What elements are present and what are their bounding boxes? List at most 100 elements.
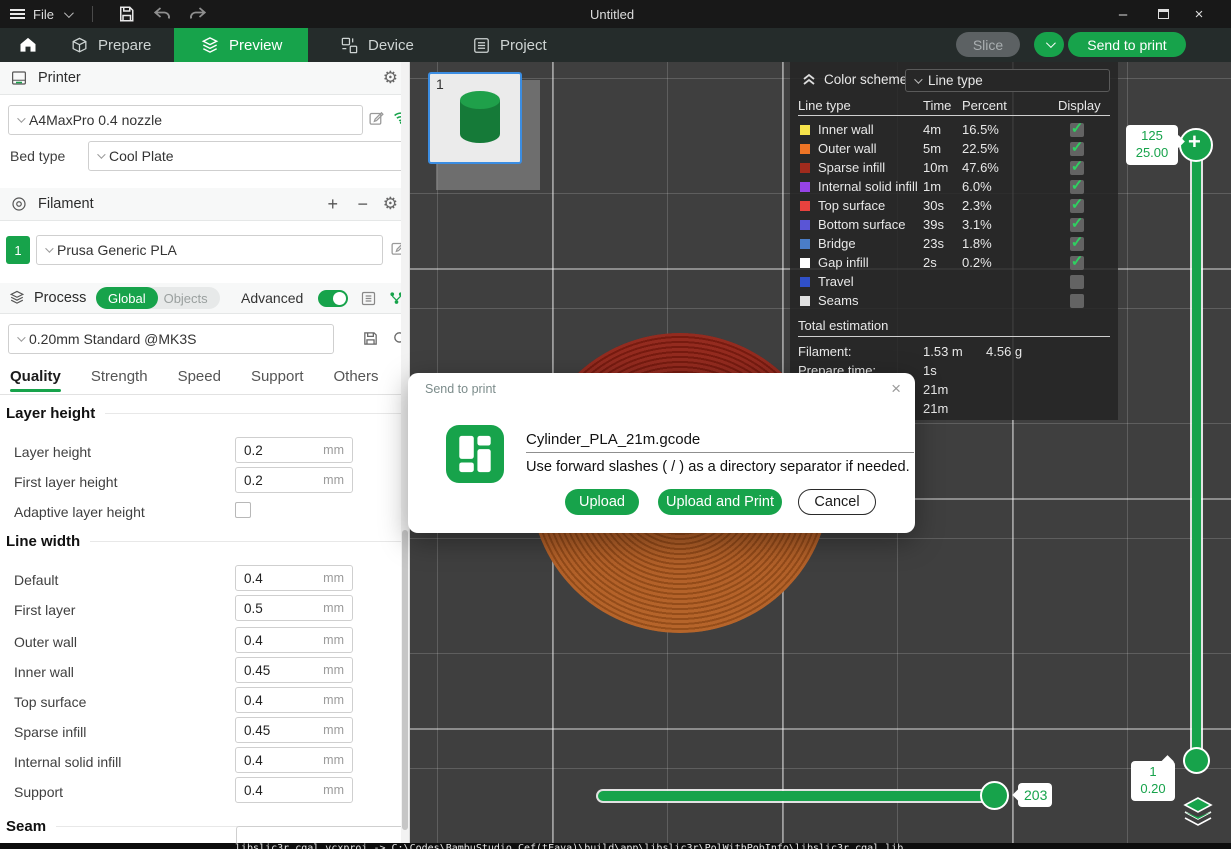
layer-slider-top-handle[interactable]: + [1179, 128, 1213, 162]
remove-filament-button[interactable]: − [357, 194, 368, 215]
undo-icon [153, 6, 171, 22]
param-label: Outer wall [14, 634, 77, 650]
sidebar: Printer ⚙ A4MaxPro 0.4 nozzle Bed type C… [0, 62, 410, 843]
scope-objects[interactable]: Objects [158, 291, 220, 306]
line-width-first-layer-input[interactable]: 0.5mm [235, 595, 353, 621]
edit-printer-button[interactable] [368, 110, 385, 127]
chevron-down-icon [17, 333, 25, 341]
add-filament-button[interactable]: + [327, 194, 338, 215]
scrollbar-thumb[interactable] [402, 530, 408, 830]
display-checkbox[interactable]: ✓ [1070, 218, 1084, 232]
plate-thumbnail[interactable]: 1 [428, 72, 522, 164]
edit-icon [368, 110, 385, 127]
send-to-print-button[interactable]: Send to print [1068, 32, 1186, 57]
process-preset-select[interactable]: 0.20mm Standard @MK3S [8, 324, 334, 354]
maximize-icon [1158, 9, 1169, 19]
legend-row: Gap infill2s0.2%✓ [790, 253, 1118, 272]
layer-height-input[interactable]: 0.2mm [235, 437, 353, 463]
view-mode-select[interactable]: Line type [905, 69, 1110, 92]
maximize-button[interactable] [1148, 0, 1178, 28]
filament-preset-select[interactable]: Prusa Generic PLA [36, 235, 383, 265]
chevron-down-icon [97, 150, 105, 158]
scope-global[interactable]: Global [96, 287, 158, 309]
layer-top-number: 125 [1132, 128, 1172, 145]
display-checkbox[interactable]: ✓ [1070, 256, 1084, 270]
line-width-sparse-infill-input[interactable]: 0.45mm [235, 717, 353, 743]
display-checkbox[interactable]: ✓ [1070, 123, 1084, 137]
move-slider-handle[interactable] [980, 781, 1009, 810]
chevron-down-icon [914, 75, 922, 83]
line-width-default-input[interactable]: 0.4mm [235, 565, 353, 591]
close-button[interactable]: × [1184, 0, 1214, 28]
legend-row: Top surface30s2.3%✓ [790, 196, 1118, 215]
display-checkbox[interactable]: ✓ [1070, 180, 1084, 194]
line-width-outer-wall-input[interactable]: 0.4mm [235, 627, 353, 653]
advanced-toggle[interactable] [318, 290, 348, 307]
tab-quality[interactable]: Quality [10, 368, 61, 385]
display-checkbox[interactable] [1070, 275, 1084, 289]
tab-project[interactable]: Project [472, 28, 547, 62]
adaptive-layer-height-checkbox[interactable] [235, 502, 251, 518]
upload-button[interactable]: Upload [565, 489, 639, 515]
slice-button[interactable]: Slice [956, 32, 1020, 57]
bed-type-select[interactable]: Cool Plate [88, 141, 408, 171]
file-menu[interactable]: File [10, 0, 54, 28]
tab-device[interactable]: Device [340, 28, 414, 62]
line-width-support-input[interactable]: 0.4mm [235, 777, 353, 803]
tab-preview[interactable]: Preview [174, 28, 308, 62]
tab-strength[interactable]: Strength [91, 368, 148, 385]
parameter-list-button[interactable] [360, 290, 377, 307]
line-width-internal-solid-input[interactable]: 0.4mm [235, 747, 353, 773]
display-checkbox[interactable]: ✓ [1070, 161, 1084, 175]
display-checkbox[interactable]: ✓ [1070, 142, 1084, 156]
move-slider-value: 203 [1018, 783, 1052, 807]
tab-support[interactable]: Support [251, 368, 304, 385]
upload-and-print-button[interactable]: Upload and Print [658, 489, 782, 515]
printer-preset-select[interactable]: A4MaxPro 0.4 nozzle [8, 105, 363, 135]
filament-slot-badge[interactable]: 1 [6, 236, 30, 264]
process-scope-toggle[interactable]: Global Objects [96, 287, 220, 309]
param-label: First layer [14, 602, 75, 618]
line-width-top-surface-input[interactable]: 0.4mm [235, 687, 353, 713]
legend-divider [798, 336, 1110, 337]
line-width-inner-wall-input[interactable]: 0.45mm [235, 657, 353, 683]
tab-speed[interactable]: Speed [178, 368, 221, 385]
param-label: Internal solid infill [14, 754, 121, 770]
send-dropdown-button[interactable] [1034, 32, 1064, 57]
filament-settings-icon[interactable]: ⚙ [383, 194, 398, 214]
save-preset-button[interactable] [362, 330, 379, 347]
move-slider-track[interactable] [598, 791, 1000, 801]
gcode-filename-value: Cylinder_PLA_21m.gcode [526, 431, 700, 448]
file-menu-label: File [33, 7, 54, 22]
save-button[interactable] [112, 0, 140, 28]
device-icon [340, 36, 359, 55]
undo-button[interactable] [148, 0, 176, 28]
collapse-panel-icon[interactable] [802, 73, 816, 86]
dialog-title: Send to print [425, 382, 496, 396]
redo-button[interactable] [184, 0, 212, 28]
display-checkbox[interactable] [1070, 294, 1084, 308]
legend-row: Travel [790, 272, 1118, 291]
legend-row: Seams [790, 291, 1118, 310]
layer-slider-bottom-handle[interactable] [1183, 747, 1210, 774]
param-label: Support [14, 784, 63, 800]
layer-slider-track[interactable] [1192, 145, 1201, 760]
bed-type-label: Bed type [10, 148, 65, 164]
printer-settings-icon[interactable]: ⚙ [383, 68, 398, 88]
layers-mode-icon[interactable] [1182, 797, 1214, 827]
first-layer-height-input[interactable]: 0.2mm [235, 467, 353, 493]
gcode-filename-input[interactable]: Cylinder_PLA_21m.gcode [526, 425, 914, 453]
file-menu-dropdown[interactable] [64, 0, 71, 28]
minimize-button[interactable]: – [1108, 0, 1138, 28]
home-button[interactable] [8, 28, 48, 62]
chevron-down-icon [17, 114, 25, 122]
tab-prepare[interactable]: Prepare [70, 28, 151, 62]
color-swatch [800, 144, 810, 154]
status-bar: libslic3r_cgal.vcxproj -> C:\Codes\Bambu… [0, 843, 1231, 849]
cancel-button[interactable]: Cancel [798, 489, 876, 515]
display-checkbox[interactable]: ✓ [1070, 199, 1084, 213]
dialog-close-button[interactable]: × [891, 379, 901, 399]
display-checkbox[interactable]: ✓ [1070, 237, 1084, 251]
seam-param-input[interactable] [236, 826, 410, 843]
tab-others[interactable]: Others [334, 368, 379, 385]
